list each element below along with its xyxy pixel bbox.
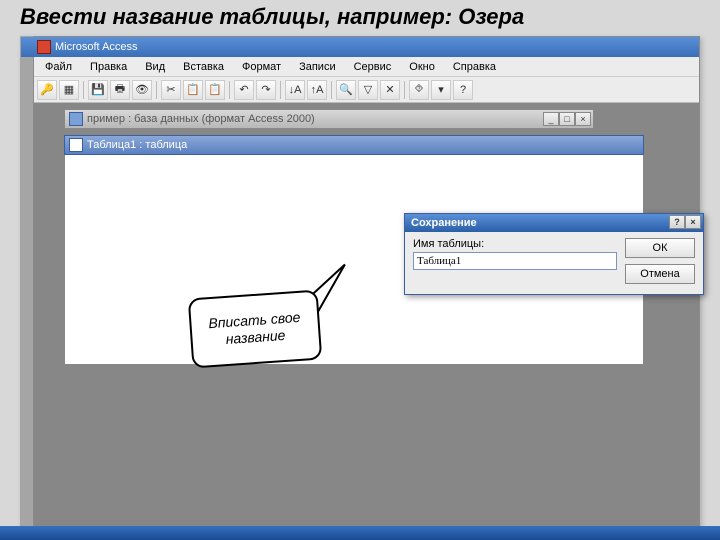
tb-help-icon[interactable]: ? [453,80,473,100]
annotation-callout: Вписать свое название [188,290,323,369]
tb-filter-icon[interactable]: ▽ [358,80,378,100]
menu-help[interactable]: Справка [445,59,504,75]
toolbar: 🔑 ▦ 💾 🖶 👁 ✂ 📋 📋 ↶ ↷ ↓A ↑A 🔍 ▽ ✕ ⯑ ▾ ? [21,77,699,103]
database-window-icon [69,112,83,126]
menu-window[interactable]: Окно [401,59,443,75]
tb-save-icon[interactable]: 💾 [88,80,108,100]
database-window-titlebar[interactable]: пример : база данных (формат Access 2000… [64,109,594,129]
database-window-title: пример : база данных (формат Access 2000… [87,113,315,125]
menu-records[interactable]: Записи [291,59,344,75]
menu-insert[interactable]: Вставка [175,59,232,75]
toolbar-separator [229,81,230,99]
callout-text: Вписать свое название [197,308,313,349]
menu-file[interactable]: Файл [37,59,80,75]
slide-footer-bar [0,526,720,540]
minimize-button[interactable]: _ [543,112,559,126]
tb-datasheet-icon[interactable]: ▦ [59,80,79,100]
menu-tools[interactable]: Сервис [346,59,400,75]
tb-print-icon[interactable]: 🖶 [110,80,130,100]
tb-cut-icon[interactable]: ✂ [161,80,181,100]
toolbar-separator [83,81,84,99]
table-window-titlebar[interactable]: Таблица1 : таблица [64,135,644,155]
access-app-window: Microsoft Access Файл Правка Вид Вставка… [20,36,700,536]
save-dialog-title: Сохранение [411,217,477,229]
close-button[interactable]: × [575,112,591,126]
toolbar-separator [404,81,405,99]
tb-dropdown-icon[interactable]: ▾ [431,80,451,100]
dialog-help-button[interactable]: ? [669,215,685,229]
access-app-icon [37,40,51,54]
dialog-close-button[interactable]: × [685,215,701,229]
save-dialog: Сохранение ? × Имя таблицы: ОК Отмена [404,213,704,295]
table-name-label: Имя таблицы: [413,238,617,250]
tb-redo-icon[interactable]: ↷ [256,80,276,100]
tb-sort-desc-icon[interactable]: ↑A [307,80,327,100]
table-name-input[interactable] [413,252,617,270]
tb-find-icon[interactable]: 🔍 [336,80,356,100]
tb-preview-icon[interactable]: 👁 [132,80,152,100]
menu-format[interactable]: Формат [234,59,289,75]
tb-sort-asc-icon[interactable]: ↓A [285,80,305,100]
tb-design-icon[interactable]: 🔑 [37,80,57,100]
database-window[interactable]: пример : база данных (формат Access 2000… [64,109,594,129]
tb-undo-icon[interactable]: ↶ [234,80,254,100]
toolbar-separator [156,81,157,99]
tb-remove-filter-icon[interactable]: ✕ [380,80,400,100]
toolbar-separator [331,81,332,99]
tb-database-icon[interactable]: ⯑ [409,80,429,100]
app-titlebar: Microsoft Access [21,37,699,57]
cancel-button[interactable]: Отмена [625,264,695,284]
tb-paste-icon[interactable]: 📋 [205,80,225,100]
slide-title: Ввести название таблицы, например: Озера [20,4,524,30]
ok-button[interactable]: ОК [625,238,695,258]
mdi-workspace: пример : база данных (формат Access 2000… [34,103,699,535]
tb-copy-icon[interactable]: 📋 [183,80,203,100]
table-window-title: Таблица1 : таблица [87,139,187,151]
save-dialog-titlebar[interactable]: Сохранение ? × [405,214,703,232]
menu-edit[interactable]: Правка [82,59,135,75]
menu-view[interactable]: Вид [137,59,173,75]
table-window-icon [69,138,83,152]
save-dialog-body: Имя таблицы: ОК Отмена [405,232,703,294]
app-title-text: Microsoft Access [55,41,138,53]
maximize-button[interactable]: □ [559,112,575,126]
toolbar-separator [280,81,281,99]
menu-bar[interactable]: Файл Правка Вид Вставка Формат Записи Се… [21,57,699,77]
